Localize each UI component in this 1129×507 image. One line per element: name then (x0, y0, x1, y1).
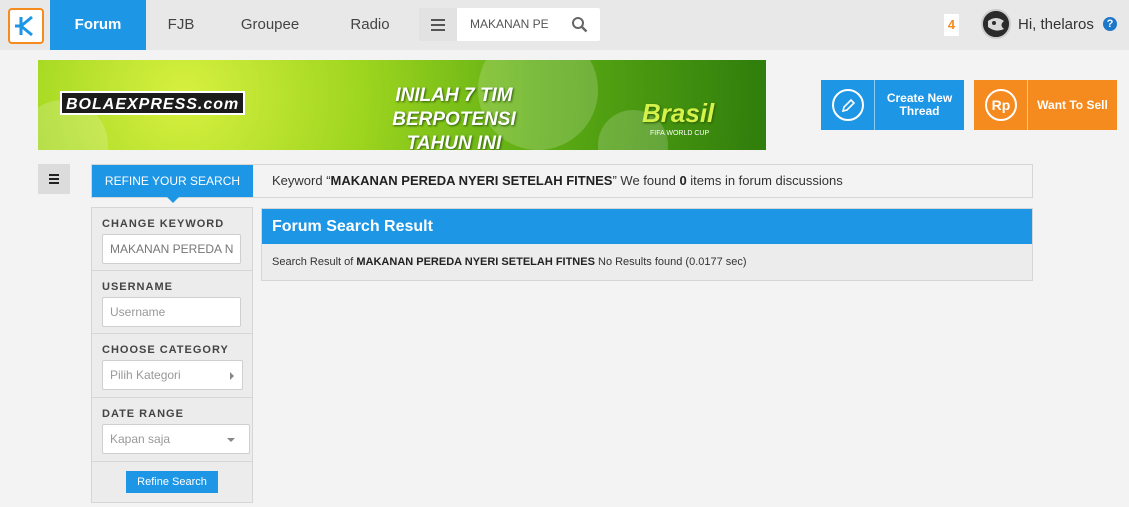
results-keyword: MAKANAN PEREDA NYERI SETELAH FITNES (356, 256, 595, 268)
nav-tab-fjb[interactable]: FJB (146, 0, 216, 50)
want-to-sell-label: Want To Sell (1037, 97, 1108, 112)
chevron-down-icon (227, 438, 235, 442)
keyword-suffix: items in forum discussions (686, 173, 843, 188)
avatar[interactable] (981, 9, 1011, 39)
hamburger-icon-bar (431, 24, 445, 26)
banner-brand-sub: FIFA WORLD CUP (650, 130, 710, 137)
keyword-mid: ” We found (612, 173, 680, 188)
change-keyword-label: CHANGE KEYWORD (102, 218, 225, 230)
avatar-image-icon (983, 11, 1009, 37)
tab-refine-search[interactable]: REFINE YOUR SEARCH (92, 165, 253, 197)
banner-headline-line1: INILAH 7 TIM BERPOTENSI (392, 85, 516, 130)
create-thread-button[interactable]: Create New Thread (821, 80, 964, 130)
date-range-label: DATE RANGE (102, 408, 184, 420)
create-thread-icon-wrap (821, 80, 875, 130)
rupiah-icon: Rp (985, 89, 1017, 121)
banner-headline-line2: TAHUN INI (406, 133, 502, 150)
nav-tab-groupee[interactable]: Groupee (220, 0, 320, 50)
section-change-keyword: CHANGE KEYWORD MAKANAN PEREDA N (92, 208, 252, 271)
notification-badge[interactable]: 4 (944, 14, 959, 36)
search-input[interactable]: MAKANAN PE (470, 8, 560, 41)
results-suffix: No Results found (0.0177 sec) (594, 256, 747, 268)
category-select[interactable]: Pilih Kategori (102, 360, 243, 390)
banner-brand: Brasil (642, 98, 715, 128)
want-to-sell-button[interactable]: Rp Want To Sell (974, 80, 1117, 130)
hamburger-icon-bar (49, 174, 59, 176)
section-username: USERNAME Username (92, 271, 252, 334)
kaskus-logo[interactable] (8, 8, 44, 44)
date-range-select[interactable]: Kapan saja (102, 424, 250, 454)
search-menu-button[interactable] (419, 8, 457, 41)
category-label: CHOOSE CATEGORY (102, 344, 229, 356)
sidebar-toggle-button[interactable] (38, 164, 70, 194)
results-title: Forum Search Result (262, 209, 1032, 244)
results-prefix: Search Result of (272, 256, 357, 268)
keyword-value: MAKANAN PEREDA NYERI SETELAH FITNES (330, 173, 613, 188)
nav-tab-radio[interactable]: Radio (330, 0, 410, 50)
search-icon[interactable] (571, 16, 588, 33)
filter-panel: CHANGE KEYWORD MAKANAN PEREDA N USERNAME… (91, 207, 253, 503)
hamburger-icon-bar (49, 182, 59, 184)
banner-logo: BOLAEXPRESS.com (60, 91, 246, 115)
username-input[interactable]: Username (102, 297, 241, 327)
create-thread-label: Create New Thread (886, 91, 953, 118)
section-date-range: DATE RANGE Kapan saja (92, 398, 252, 462)
category-select-value: Pilih Kategori (110, 368, 181, 382)
date-range-value: Kapan saja (110, 432, 171, 446)
want-to-sell-icon-wrap: Rp (974, 80, 1028, 130)
hamburger-icon-bar (49, 178, 59, 180)
username-label: USERNAME (102, 281, 173, 293)
refine-bar: REFINE YOUR SEARCH Keyword “MAKANAN PERE… (91, 164, 1033, 203)
keyword-input[interactable]: MAKANAN PEREDA N (102, 234, 241, 264)
nav-tab-forum[interactable]: Forum (50, 0, 146, 50)
keyword-prefix: Keyword “ (272, 173, 331, 188)
user-greeting[interactable]: Hi, thelaros (1018, 0, 1094, 50)
tab-pointer (167, 197, 179, 203)
banner-headline: INILAH 7 TIM BERPOTENSI TAHUN INI (334, 84, 574, 150)
help-icon[interactable]: ? (1103, 17, 1117, 31)
search-box: MAKANAN PE (419, 8, 600, 41)
search-results-panel: Forum Search Result Search Result of MAK… (261, 208, 1033, 281)
keyword-summary: Keyword “MAKANAN PEREDA NYERI SETELAH FI… (272, 165, 843, 197)
hamburger-icon-bar (431, 29, 445, 31)
top-navbar: Forum FJB Groupee Radio MAKANAN PE 4 Hi,… (0, 0, 1129, 50)
k-logo-icon (15, 15, 33, 37)
result-count: 0 (679, 173, 687, 188)
section-category: CHOOSE CATEGORY Pilih Kategori (92, 334, 252, 398)
results-summary: Search Result of MAKANAN PEREDA NYERI SE… (272, 256, 747, 268)
chevron-right-icon (230, 372, 234, 380)
hamburger-icon-bar (431, 19, 445, 21)
refine-search-button[interactable]: Refine Search (126, 471, 218, 493)
pencil-icon (832, 89, 864, 121)
banner-ad[interactable]: BOLAEXPRESS.com INILAH 7 TIM BERPOTENSI … (38, 60, 766, 150)
